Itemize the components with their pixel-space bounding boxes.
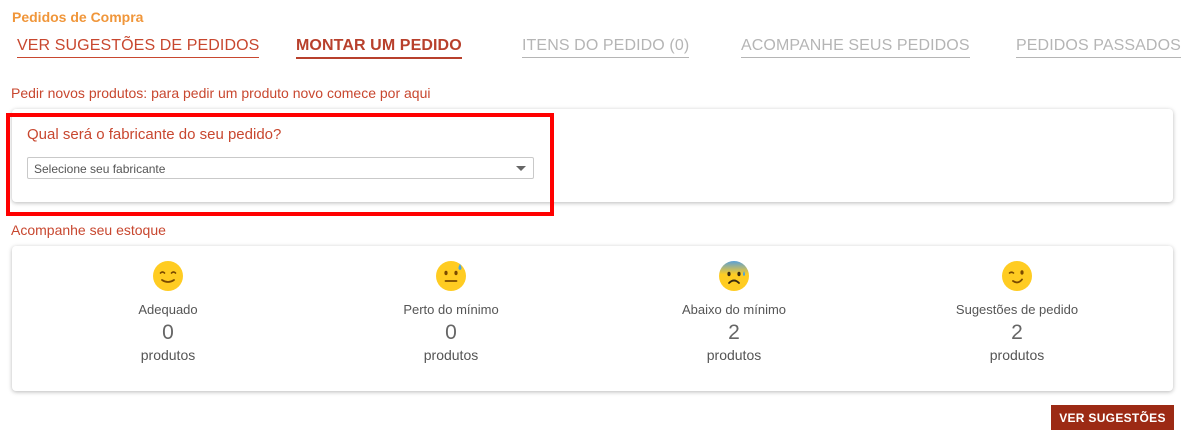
stock-card: Adequado 0 produtos Perto do mínimo 0 pr… xyxy=(12,246,1173,391)
stat-unit: produtos xyxy=(423,347,479,363)
stat-abaixo-minimo: Abaixo do mínimo 2 produtos xyxy=(634,246,834,363)
stat-label: Sugestões de pedido xyxy=(955,302,1079,317)
tab-montar-pedido[interactable]: MONTAR UM PEDIDO xyxy=(296,37,462,59)
neutral-sweat-face-icon xyxy=(436,261,466,291)
stat-unit: produtos xyxy=(140,347,196,363)
new-products-intro: Pedir novos produtos: para pedir um prod… xyxy=(11,85,431,101)
stock-heading: Acompanhe seu estoque xyxy=(11,222,166,238)
stat-label: Perto do mínimo xyxy=(403,302,499,317)
tab-bar: VER SUGESTÕES DE PEDIDOS MONTAR UM PEDID… xyxy=(0,37,1184,61)
tab-pedidos-passados[interactable]: PEDIDOS PASSADOS xyxy=(1016,37,1181,58)
tab-itens-pedido[interactable]: ITENS DO PEDIDO (0) xyxy=(522,37,690,58)
stat-sugestoes-pedido: Sugestões de pedido 2 produtos xyxy=(917,246,1117,363)
stat-unit: produtos xyxy=(989,347,1045,363)
stat-value: 0 xyxy=(445,321,457,344)
tab-ver-sugestoes[interactable]: VER SUGESTÕES DE PEDIDOS xyxy=(17,37,260,58)
stat-value: 2 xyxy=(1011,321,1023,344)
tab-acompanhe-pedidos[interactable]: ACOMPANHE SEUS PEDIDOS xyxy=(741,37,970,58)
highlight-box xyxy=(6,113,554,216)
page-title: Pedidos de Compra xyxy=(12,9,144,25)
stat-perto-minimo: Perto do mínimo 0 produtos xyxy=(351,246,551,363)
smiling-face-icon xyxy=(153,261,183,291)
stat-value: 0 xyxy=(162,321,174,344)
anxious-sweat-face-icon xyxy=(719,261,749,291)
stat-unit: produtos xyxy=(706,347,762,363)
stat-adequado: Adequado 0 produtos xyxy=(68,246,268,363)
stat-label: Abaixo do mínimo xyxy=(681,302,787,317)
winking-face-icon xyxy=(1002,261,1032,291)
ver-sugestoes-button[interactable]: VER SUGESTÕES xyxy=(1051,405,1174,430)
stat-label: Adequado xyxy=(138,302,198,317)
stat-value: 2 xyxy=(728,321,740,344)
